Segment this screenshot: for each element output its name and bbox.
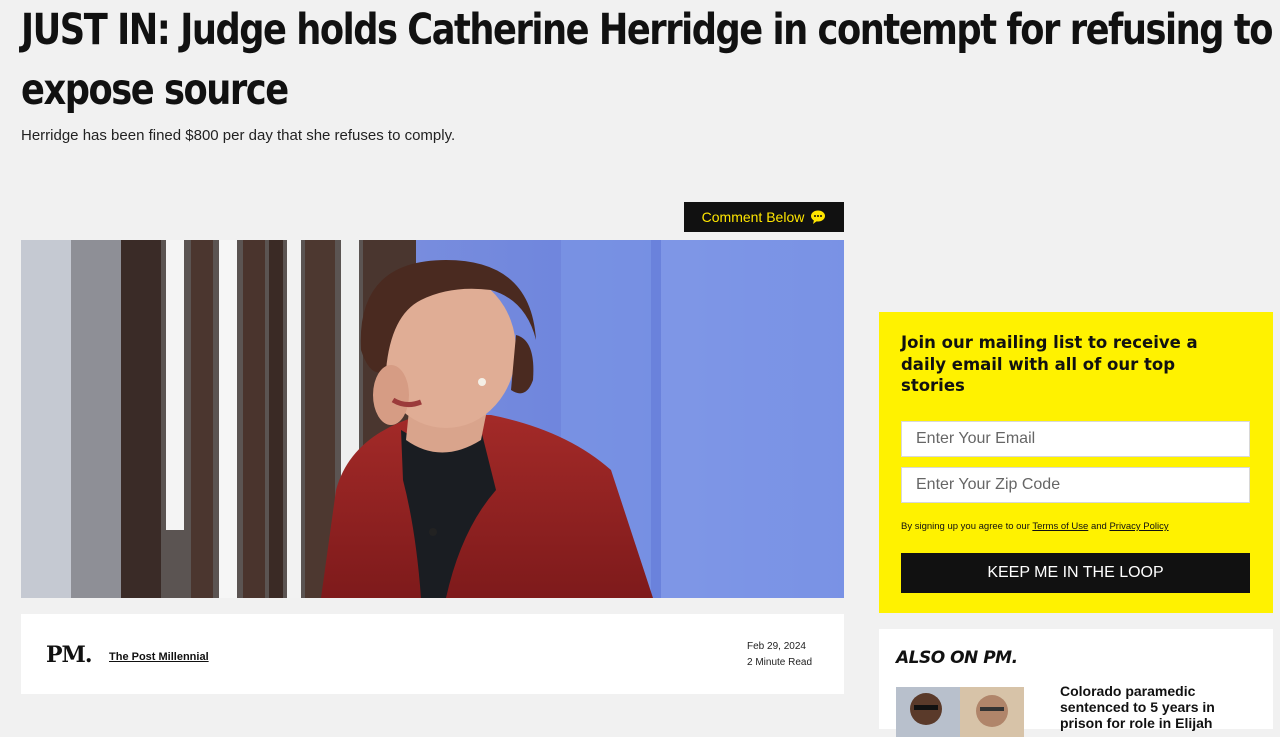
hero-image [21,240,844,598]
related-article-headline[interactable]: Colorado paramedic sentenced to 5 years … [1060,683,1260,731]
article-subhead: Herridge has been fined $800 per day tha… [21,127,456,144]
terms-of-use-link[interactable]: Terms of Use [1032,521,1088,532]
publisher-link[interactable]: The Post Millennial [109,651,209,663]
article-date: Feb 29, 2024 [747,641,806,652]
speech-bubble-icon [810,209,826,225]
article-headline: JUST IN: Judge holds Catherine Herridge … [21,5,1273,115]
privacy-policy-link[interactable]: Privacy Policy [1109,521,1168,532]
terms-prefix: By signing up you agree to our [901,521,1030,532]
email-field[interactable] [901,421,1250,457]
signup-title: Join our mailing list to receive a daily… [901,333,1198,395]
publisher-logo[interactable]: PM. [46,642,93,668]
related-article-thumbnail[interactable] [896,687,1024,737]
terms-and: and [1090,521,1107,532]
signup-terms: By signing up you agree to our Terms of … [901,521,1169,532]
read-time: 2 Minute Read [747,657,813,668]
also-on-pm-title: ALSO ON PM. [896,648,1018,668]
comment-below-label: Comment Below [701,209,805,225]
comment-below-button[interactable]: Comment Below [684,202,844,232]
also-on-pm-panel: ALSO ON PM. Colorado paramedic sentenced… [879,629,1273,737]
newsletter-signup: Join our mailing list to receive a daily… [879,312,1273,613]
keep-me-in-the-loop-button[interactable]: KEEP ME IN THE LOOP [901,553,1250,593]
byline-card: PM. The Post Millennial Feb 29, 2024 2 M… [21,614,844,694]
zip-code-field[interactable] [901,467,1250,503]
